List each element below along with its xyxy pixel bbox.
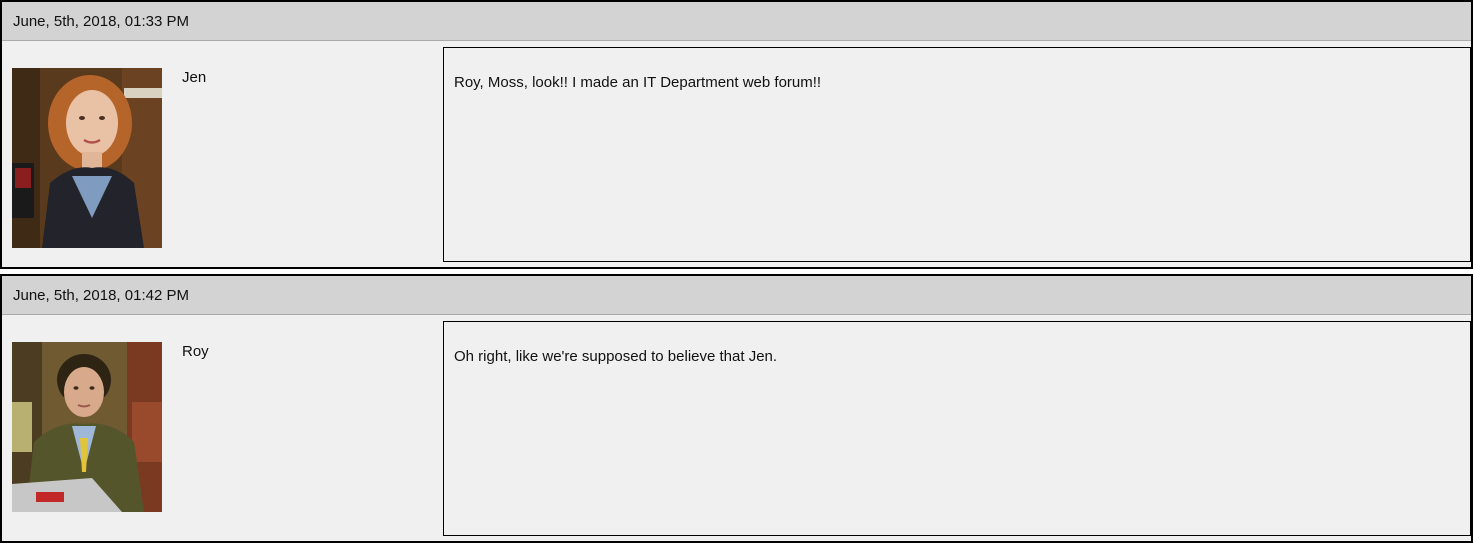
forum-post: June, 5th, 2018, 01:33 PM Jen Roy, Moss,… [0, 0, 1473, 269]
post-author[interactable]: Jen [182, 69, 206, 86]
user-avatar [12, 68, 162, 248]
user-avatar [12, 342, 162, 522]
message-text: Oh right, like we're supposed to believe… [454, 348, 778, 365]
post-header: June, 5th, 2018, 01:42 PM [2, 276, 1471, 315]
forum-post: June, 5th, 2018, 01:42 PM Roy Oh right, … [0, 274, 1473, 543]
message-body: Roy, Moss, look!! I made an IT Departmen… [443, 47, 1471, 262]
post-date: June, 5th, 2018, 01:42 PM [13, 287, 189, 304]
message-body: Oh right, like we're supposed to believe… [443, 321, 1471, 536]
post-header: June, 5th, 2018, 01:33 PM [2, 2, 1471, 41]
post-author[interactable]: Roy [182, 343, 209, 360]
user-photo-roy-icon [12, 342, 162, 512]
message-text: Roy, Moss, look!! I made an IT Departmen… [454, 74, 822, 91]
post-date: June, 5th, 2018, 01:33 PM [13, 13, 189, 30]
user-photo-jen-icon [12, 68, 162, 248]
